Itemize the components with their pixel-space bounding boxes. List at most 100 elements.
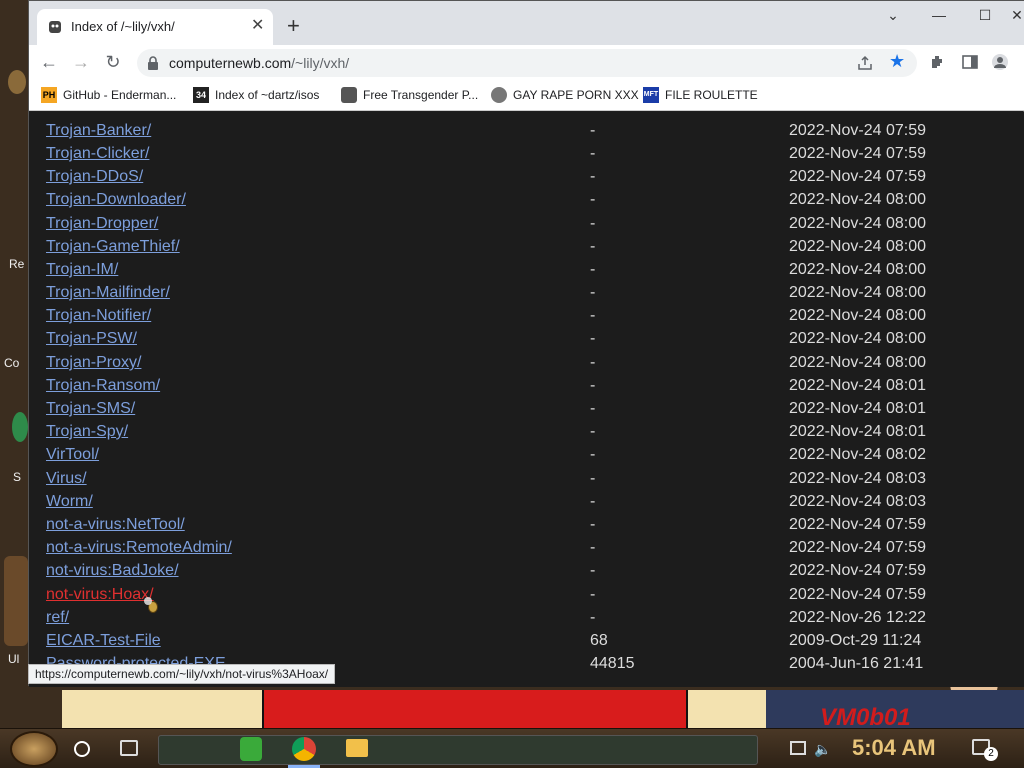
close-window-button[interactable]: ✕ — [1009, 7, 1024, 29]
entry-size: 68 — [590, 632, 608, 649]
entry-link[interactable]: Trojan-Banker/ — [46, 122, 151, 140]
search-icon[interactable] — [74, 741, 90, 757]
entry-link[interactable]: EICAR-Test-File — [46, 632, 161, 650]
entry-date: 2022-Nov-24 08:00 — [789, 330, 926, 347]
table-row: Trojan-Ransom/ - 2022-Nov-24 08:01 — [29, 373, 1024, 396]
forward-button[interactable]: → — [69, 51, 93, 75]
maximize-button[interactable]: ☐ — [963, 7, 1007, 29]
table-row: ref/ - 2022-Nov-26 12:22 — [29, 605, 1024, 628]
entry-date: 2022-Nov-24 08:01 — [789, 400, 926, 417]
entry-link[interactable]: Trojan-Ransom/ — [46, 377, 160, 395]
entry-date: 2022-Nov-24 08:03 — [789, 470, 926, 487]
reload-button[interactable]: ↻ — [101, 51, 125, 75]
table-row: Trojan-Spy/ - 2022-Nov-24 08:01 — [29, 419, 1024, 442]
table-row: not-virus:Hoax/ - 2022-Nov-24 07:59 — [29, 582, 1024, 605]
extensions-icon[interactable] — [929, 53, 947, 71]
table-row: Trojan-Notifier/ - 2022-Nov-24 08:00 — [29, 303, 1024, 326]
table-row: EICAR-Test-File 68 2009-Oct-29 11:24 — [29, 628, 1024, 651]
entry-date: 2022-Nov-24 08:00 — [789, 307, 926, 324]
entry-link[interactable]: not-a-virus:NetTool/ — [46, 516, 185, 534]
bookmark-item[interactable]: 34 Index of ~dartz/isos — [193, 85, 319, 105]
entry-size: - — [590, 330, 596, 347]
bookmark-item[interactable]: GAY RAPE PORN XXX — [491, 85, 639, 105]
entry-link[interactable]: Trojan-Dropper/ — [46, 215, 158, 233]
entry-link[interactable]: Trojan-GameThief/ — [46, 238, 180, 256]
desktop-icon-label: Co — [4, 356, 20, 370]
entry-size: - — [590, 400, 596, 417]
share-icon[interactable] — [857, 55, 873, 71]
bookmark-item[interactable]: PH GitHub - Enderman... — [41, 85, 176, 105]
entry-date: 2022-Nov-24 08:00 — [789, 191, 926, 208]
tab-title: Index of /~lily/vxh/ — [71, 19, 175, 34]
desktop-icon[interactable] — [12, 412, 28, 442]
side-panel-icon[interactable] — [961, 53, 979, 71]
profile-avatar-icon[interactable] — [991, 53, 1009, 71]
chrome-icon[interactable] — [292, 737, 316, 761]
navigation-toolbar: ← → ↻ computernewb.com/~lily/vxh/ ★ — [29, 45, 1024, 79]
back-button[interactable]: ← — [37, 51, 61, 75]
bookmark-item[interactable]: MFT FILE ROULETTE — [643, 85, 758, 105]
entry-date: 2022-Nov-24 07:59 — [789, 168, 926, 185]
entry-link[interactable]: ref/ — [46, 609, 69, 627]
entry-size: - — [590, 261, 596, 278]
entry-link[interactable]: Trojan-PSW/ — [46, 330, 137, 348]
desktop-icon[interactable] — [8, 70, 26, 94]
entry-link[interactable]: Trojan-Clicker/ — [46, 145, 149, 163]
url-host: computernewb.com — [169, 55, 292, 71]
bookmark-item[interactable]: Free Transgender P... — [341, 85, 478, 105]
table-row: Trojan-Clicker/ - 2022-Nov-24 07:59 — [29, 141, 1024, 164]
entry-size: - — [590, 307, 596, 324]
new-tab-button[interactable]: + — [287, 15, 300, 37]
url-text: computernewb.com/~lily/vxh/ — [169, 55, 349, 71]
entry-size: - — [590, 238, 596, 255]
address-bar[interactable]: computernewb.com/~lily/vxh/ ★ — [137, 49, 917, 77]
entry-size: - — [590, 377, 596, 394]
file-explorer-icon[interactable] — [346, 739, 368, 757]
ghost-favicon-icon — [49, 21, 61, 33]
table-row: Trojan-Downloader/ - 2022-Nov-24 08:00 — [29, 187, 1024, 210]
entry-link[interactable]: not-virus:BadJoke/ — [46, 562, 179, 580]
entry-link[interactable]: Trojan-Notifier/ — [46, 307, 151, 325]
entry-date: 2022-Nov-24 07:59 — [789, 145, 926, 162]
entry-link[interactable]: Trojan-Downloader/ — [46, 191, 186, 209]
tab-search-icon[interactable]: ⌄ — [871, 7, 915, 29]
entry-link[interactable]: Trojan-DDoS/ — [46, 168, 143, 186]
tab-active[interactable]: Index of /~lily/vxh/ ✕ — [37, 9, 273, 45]
table-row: not-a-virus:RemoteAdmin/ - 2022-Nov-24 07:… — [29, 535, 1024, 558]
minimize-button[interactable]: — — [917, 7, 961, 29]
entry-date: 2004-Jun-16 21:41 — [789, 655, 924, 672]
table-row: Worm/ - 2022-Nov-24 08:03 — [29, 489, 1024, 512]
entry-link[interactable]: Trojan-Spy/ — [46, 423, 128, 441]
entry-link-hovered[interactable]: not-virus:Hoax/ — [46, 586, 154, 604]
entry-date: 2022-Nov-24 08:01 — [789, 377, 926, 394]
entry-size: - — [590, 539, 596, 556]
volume-icon[interactable]: 🔈 — [814, 741, 831, 758]
entry-date: 2022-Nov-24 08:00 — [789, 284, 926, 301]
task-view-icon[interactable] — [120, 740, 138, 756]
entry-date: 2022-Nov-24 07:59 — [789, 516, 926, 533]
table-row: Trojan-IM/ - 2022-Nov-24 08:00 — [29, 257, 1024, 280]
network-icon[interactable] — [790, 741, 806, 755]
entry-link[interactable]: Trojan-Proxy/ — [46, 354, 141, 372]
entry-link[interactable]: Worm/ — [46, 493, 93, 511]
entry-link[interactable]: Trojan-Mailfinder/ — [46, 284, 170, 302]
entry-date: 2009-Oct-29 11:24 — [789, 632, 922, 649]
entry-size: - — [590, 168, 596, 185]
globe-icon — [491, 87, 507, 103]
clock[interactable]: 5:04 AM — [852, 735, 936, 761]
table-row: Trojan-SMS/ - 2022-Nov-24 08:01 — [29, 396, 1024, 419]
entry-size: - — [590, 191, 596, 208]
notes-app-icon[interactable] — [240, 737, 262, 761]
entry-date: 2022-Nov-24 07:59 — [789, 586, 926, 603]
entry-date: 2022-Nov-24 08:03 — [789, 493, 926, 510]
entry-link[interactable]: VirTool/ — [46, 446, 99, 464]
entry-link[interactable]: Trojan-IM/ — [46, 261, 118, 279]
bookmark-star-icon[interactable]: ★ — [889, 51, 905, 72]
start-button[interactable] — [10, 731, 58, 767]
entry-link[interactable]: Trojan-SMS/ — [46, 400, 135, 418]
entry-link[interactable]: Virus/ — [46, 470, 87, 488]
tab-close-icon[interactable]: ✕ — [251, 17, 264, 35]
table-row: Trojan-Dropper/ - 2022-Nov-24 08:00 — [29, 211, 1024, 234]
desktop-icon[interactable] — [4, 556, 28, 646]
entry-link[interactable]: not-a-virus:RemoteAdmin/ — [46, 539, 232, 557]
